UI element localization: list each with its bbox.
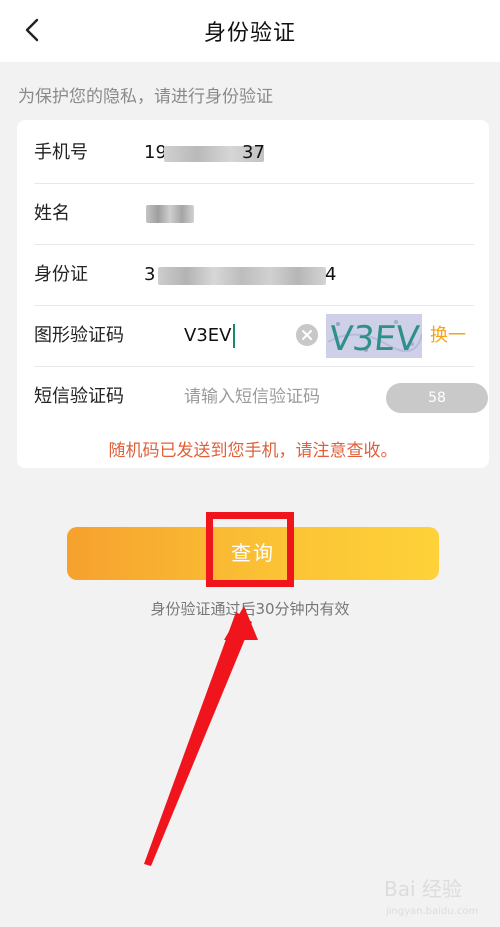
annotation-arrow [144, 606, 258, 866]
svg-text:Bai 经验: Bai 经验 [384, 877, 462, 901]
svg-text:jingyan.baidu.com: jingyan.baidu.com [385, 906, 478, 917]
baidu-paw-logo-icon: Bai 经验 jingyan.baidu.com [384, 877, 478, 917]
watermark: Bai 经验 jingyan.baidu.com [384, 870, 494, 918]
